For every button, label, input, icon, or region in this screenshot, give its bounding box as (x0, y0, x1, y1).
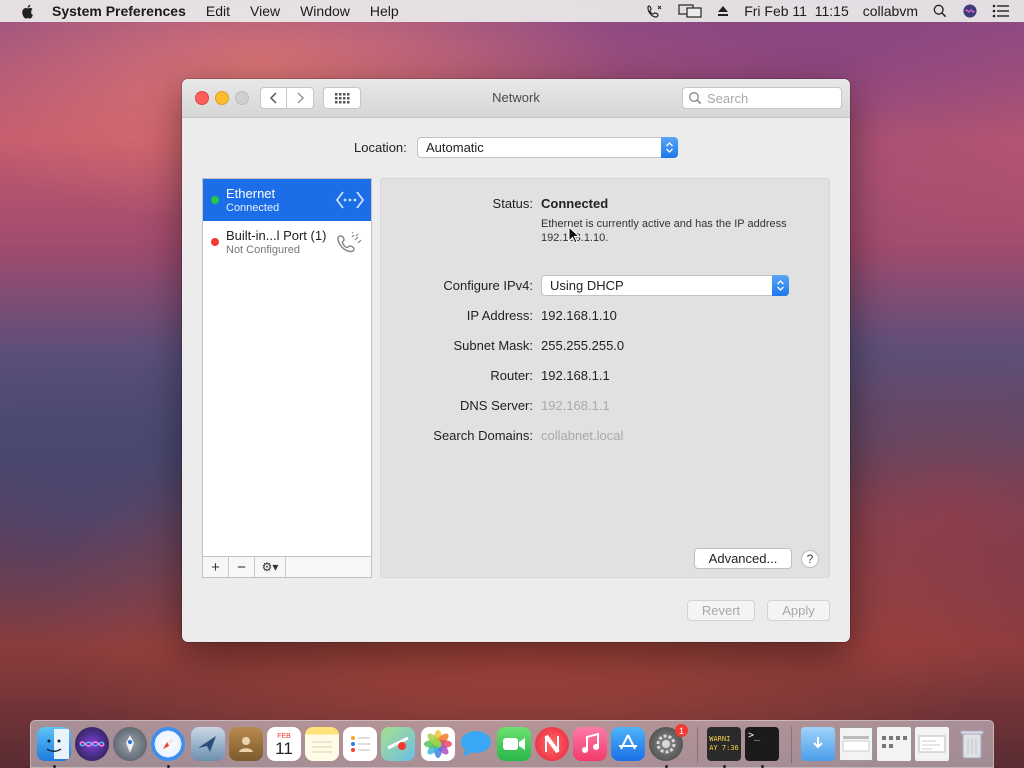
trash-icon[interactable] (955, 727, 989, 761)
service-status: Connected (226, 202, 280, 214)
service-builtin-port[interactable]: Built-in...l Port (1) Not Configured (203, 221, 371, 263)
ip-address-value: 192.168.1.10 (541, 308, 617, 323)
terminal-icon[interactable]: >_ (745, 727, 779, 761)
ip-address-label: IP Address: (466, 308, 533, 323)
facetime-icon[interactable] (497, 727, 531, 761)
minimized-window-3-icon[interactable] (915, 727, 949, 761)
console-icon[interactable]: WARNI AY 7:36 (707, 727, 741, 761)
dock: FEB 11 1 WARNI AY 7:36 >_ (30, 720, 994, 768)
configure-ipv4-value: Using DHCP (550, 278, 624, 293)
menubar-clock[interactable]: Fri Feb 11 11:15 (744, 3, 849, 19)
location-value: Automatic (426, 140, 484, 155)
siri-icon[interactable] (75, 727, 109, 761)
search-field[interactable]: Search (682, 87, 842, 109)
advanced-button[interactable]: Advanced... (694, 548, 792, 569)
service-detail-pane: Status: Connected Ethernet is currently … (380, 178, 830, 578)
maps-icon[interactable] (381, 727, 415, 761)
search-domains-label: Search Domains: (433, 428, 533, 443)
status-label: Status: (492, 196, 533, 211)
menu-window[interactable]: Window (300, 3, 350, 19)
service-name: Ethernet (226, 186, 276, 201)
router-label: Router: (490, 368, 533, 383)
configure-ipv4-label: Configure IPv4: (443, 278, 533, 293)
mail-icon[interactable] (191, 727, 225, 761)
revert-button[interactable]: Revert (687, 600, 755, 621)
reminders-icon[interactable] (343, 727, 377, 761)
title-bar[interactable]: Network Search (182, 79, 850, 118)
telephone-modem-icon (337, 231, 362, 253)
launchpad-icon[interactable] (113, 727, 147, 761)
eject-icon[interactable] (716, 4, 730, 18)
downloads-folder-icon[interactable] (801, 727, 835, 761)
app-store-icon[interactable] (611, 727, 645, 761)
help-button[interactable]: ? (801, 550, 819, 568)
network-preferences-window: Network Search Location: Automatic Ether… (182, 79, 850, 642)
status-dot-error (211, 238, 219, 246)
status-dot-connected (211, 196, 219, 204)
dns-server-value: 192.168.1.1 (541, 398, 610, 413)
service-ethernet[interactable]: Ethernet Connected (203, 179, 371, 221)
finder-icon[interactable] (37, 727, 71, 761)
news-icon[interactable] (535, 727, 569, 761)
popup-arrows-icon (661, 137, 678, 158)
subnet-mask-value: 255.255.255.0 (541, 338, 625, 353)
spotlight-search-icon[interactable] (932, 4, 948, 18)
siri-icon[interactable] (962, 4, 978, 18)
add-service-button[interactable]: + (203, 557, 229, 577)
menu-edit[interactable]: Edit (206, 3, 230, 19)
search-placeholder: Search (707, 90, 749, 106)
phone-icon[interactable] (646, 4, 664, 18)
app-menu[interactable]: System Preferences (52, 3, 186, 19)
mouse-pointer-icon (568, 226, 580, 244)
search-domains-value: collabnet.local (541, 428, 624, 443)
contacts-icon[interactable] (229, 727, 263, 761)
music-icon[interactable] (573, 727, 607, 761)
update-badge: 1 (675, 724, 688, 737)
menu-bar: System Preferences Edit View Window Help… (0, 0, 1024, 22)
menubar-user[interactable]: collabvm (863, 3, 918, 19)
minimized-window-1-icon[interactable] (839, 727, 873, 761)
service-status: Not Configured (226, 244, 300, 256)
notification-center-icon[interactable] (992, 4, 1010, 18)
location-popup[interactable]: Automatic (417, 137, 678, 158)
menu-help[interactable]: Help (370, 3, 399, 19)
calendar-day: 11 (275, 738, 293, 758)
photos-icon[interactable] (421, 727, 455, 761)
service-list: Ethernet Connected Built-in...l Port (1)… (202, 178, 372, 578)
messages-icon[interactable] (459, 727, 493, 761)
router-value: 192.168.1.1 (541, 368, 610, 383)
service-name: Built-in...l Port (1) (226, 228, 327, 243)
gear-menu-button[interactable]: ⚙▾ (255, 557, 286, 577)
minimized-window-2-icon[interactable] (877, 727, 911, 761)
remove-service-button[interactable]: − (229, 557, 255, 577)
dock-separator (791, 727, 792, 763)
subnet-mask-label: Subnet Mask: (453, 338, 534, 353)
dock-separator (697, 727, 698, 763)
safari-icon[interactable] (151, 727, 185, 761)
configure-ipv4-popup[interactable]: Using DHCP (541, 275, 789, 296)
location-label: Location: (354, 140, 407, 155)
notes-icon[interactable] (305, 727, 339, 761)
dns-server-label: DNS Server: (460, 398, 533, 413)
menu-view[interactable]: View (250, 3, 280, 19)
service-list-toolbar: + − ⚙▾ (203, 556, 371, 577)
status-value: Connected (541, 196, 609, 211)
apply-button[interactable]: Apply (767, 600, 830, 621)
search-icon (689, 92, 702, 105)
ethernet-icon (335, 191, 365, 209)
apple-logo-icon[interactable] (20, 3, 36, 19)
calendar-icon[interactable]: FEB 11 (267, 727, 301, 761)
display-mirroring-icon[interactable] (678, 4, 702, 18)
popup-arrows-icon (772, 275, 789, 296)
